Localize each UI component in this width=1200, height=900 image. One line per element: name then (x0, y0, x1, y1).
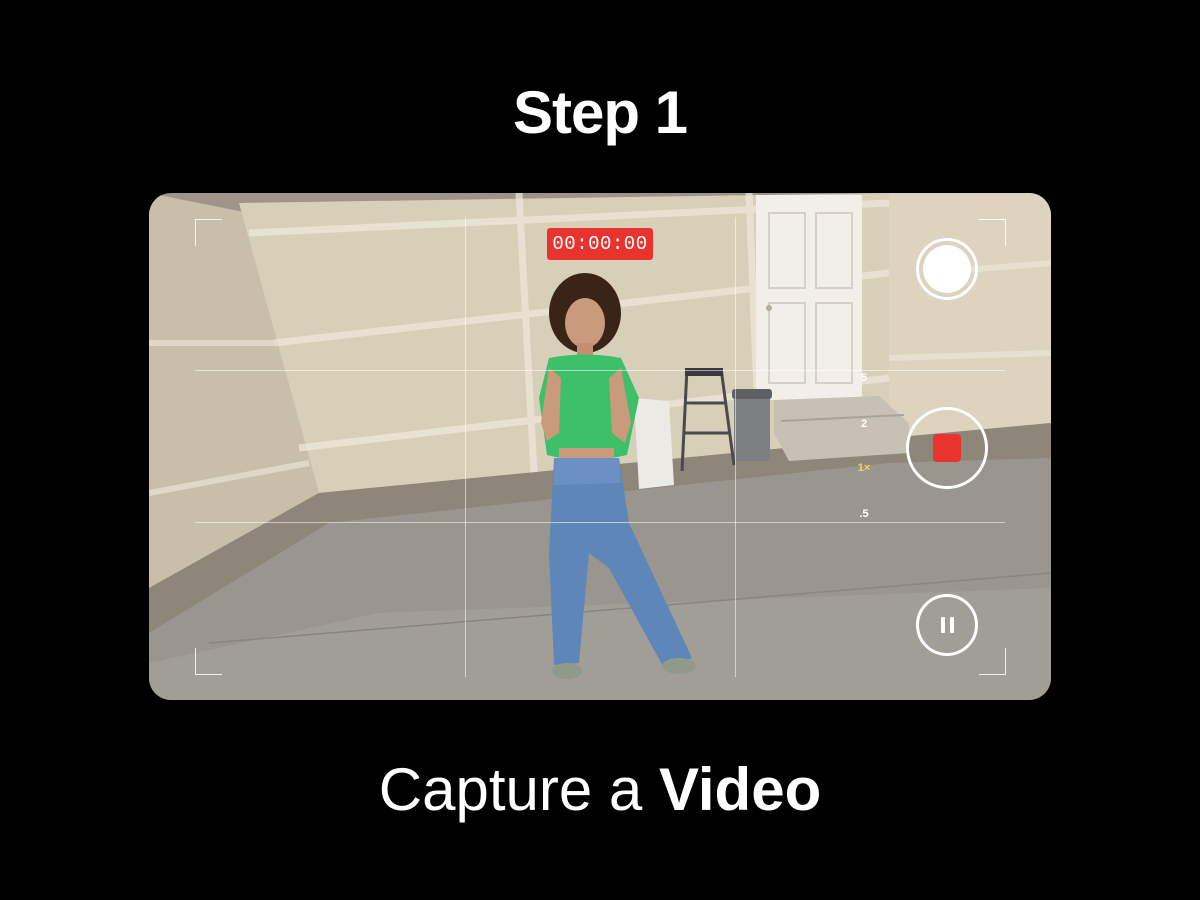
grid-line-horizontal-2 (195, 522, 1005, 523)
camera-viewfinder[interactable]: 00:00:00 5 2 1× .5 (149, 193, 1051, 700)
zoom-level-2[interactable]: 2 (849, 418, 879, 430)
shutter-icon (923, 245, 971, 293)
grid-line-vertical-1 (465, 217, 466, 677)
stop-icon (933, 434, 961, 462)
frame-corner-bottom-left (195, 648, 222, 675)
step-title: Step 1 (512, 79, 688, 146)
pause-button[interactable] (916, 594, 978, 656)
recording-timer: 00:00:00 (547, 228, 653, 260)
pause-icon (940, 617, 954, 633)
frame-corner-bottom-right (979, 648, 1006, 675)
caption-prefix: Capture a (378, 756, 659, 823)
grid-line-horizontal-1 (195, 370, 1005, 371)
caption: Capture a Video (0, 752, 1200, 828)
grid-line-vertical-2 (735, 217, 736, 677)
caption-emphasis: Video (658, 756, 822, 823)
record-stop-button[interactable] (906, 407, 988, 489)
frame-corner-top-left (195, 219, 222, 246)
zoom-level-0-5[interactable]: .5 (849, 508, 879, 520)
zoom-level-5[interactable]: 5 (849, 372, 879, 384)
zoom-level-1x[interactable]: 1× (849, 462, 879, 474)
frame-corner-top-right (979, 219, 1006, 246)
photo-shutter-button[interactable] (916, 238, 978, 300)
